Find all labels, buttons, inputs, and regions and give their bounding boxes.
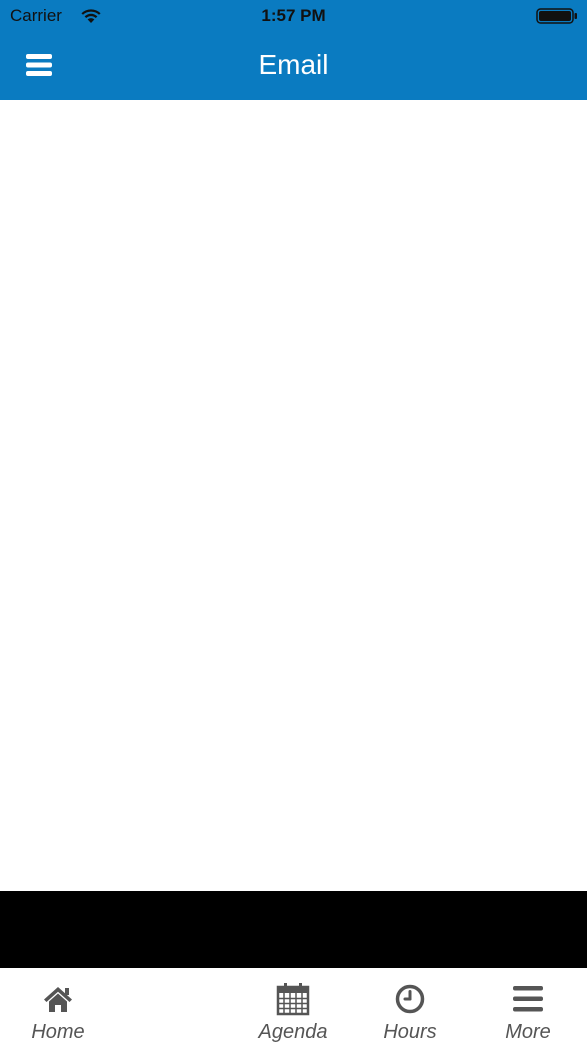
home-icon xyxy=(41,982,75,1016)
more-menu-icon xyxy=(511,982,545,1016)
battery-icon xyxy=(536,8,578,24)
clock-icon xyxy=(393,982,427,1016)
bottom-black-band xyxy=(0,891,587,968)
page-title: Email xyxy=(258,49,329,80)
tab-more[interactable]: More xyxy=(478,968,578,1045)
status-bar: Carrier 1:57 PM xyxy=(0,0,587,32)
email-screen: Carrier 1:57 PM Email Home Agenda Hours … xyxy=(0,0,587,1045)
email-content-area xyxy=(0,100,587,891)
tab-more-label: More xyxy=(505,1021,551,1043)
tab-agenda[interactable]: Agenda xyxy=(243,968,343,1045)
calendar-icon xyxy=(276,982,310,1016)
tab-agenda-label: Agenda xyxy=(258,1021,328,1043)
tab-bar: Home Agenda Hours More xyxy=(0,968,587,1045)
tab-home[interactable]: Home xyxy=(8,968,108,1045)
status-time: 1:57 PM xyxy=(261,6,326,25)
navigation-bar: Email xyxy=(0,32,587,100)
tab-hours[interactable]: Hours xyxy=(360,968,460,1045)
tab-home-label: Home xyxy=(31,1021,85,1043)
tab-hours-label: Hours xyxy=(383,1021,437,1043)
